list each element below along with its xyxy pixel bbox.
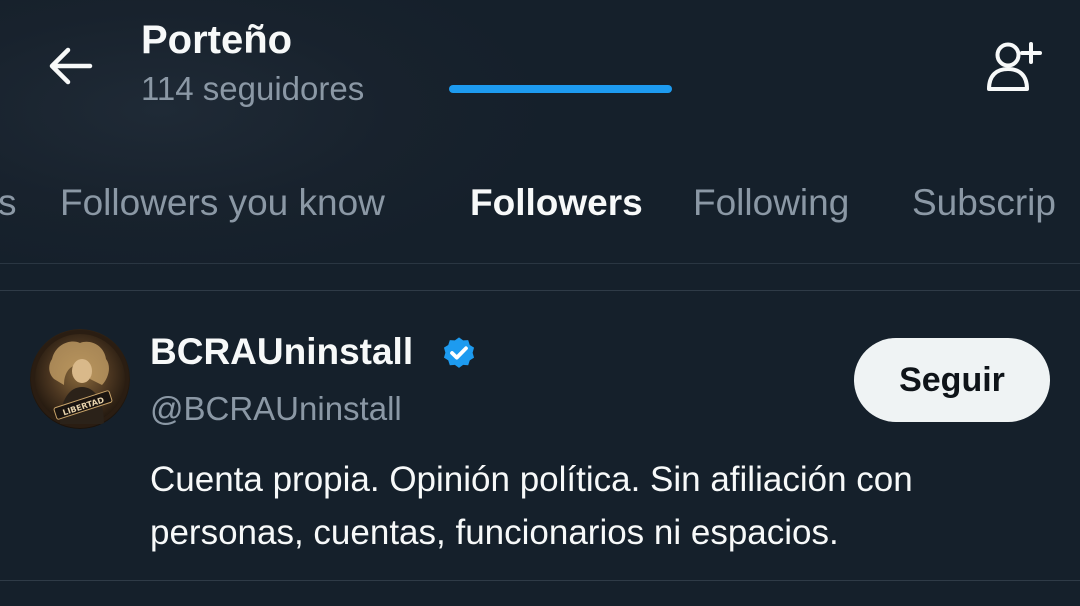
follow-button[interactable]: Seguir	[854, 338, 1050, 422]
back-button[interactable]	[38, 34, 102, 98]
avatar[interactable]: LIBERTAD	[30, 329, 130, 429]
tab-partial-left[interactable]: s	[0, 182, 17, 224]
user-display-name[interactable]: BCRAUninstall	[150, 331, 413, 373]
arrow-left-icon	[49, 47, 93, 85]
tab-subscriptions[interactable]: Subscrip	[912, 182, 1056, 224]
tab-following[interactable]: Following	[693, 182, 849, 224]
avatar-image: LIBERTAD	[30, 329, 130, 429]
user-bio: Cuenta propia. Opinión política. Sin afi…	[150, 460, 913, 552]
row-divider	[0, 580, 1080, 581]
verified-badge-icon	[443, 337, 475, 368]
page-title: Porteño	[141, 18, 293, 62]
user-handle[interactable]: @BCRAUninstall	[150, 390, 402, 428]
follower-count: 114 seguidores	[141, 70, 365, 107]
tab-followers-you-know[interactable]: Followers you know	[60, 182, 385, 224]
user-cell[interactable]: LIBERTAD BCRAUninstall @BCRAUninstall Se…	[0, 291, 1080, 581]
tab-bar: s Followers you know Followers Following…	[0, 170, 1080, 264]
tab-followers[interactable]: Followers	[470, 182, 643, 224]
active-tab-indicator	[449, 85, 672, 93]
followers-screen: Porteño 114 seguidores s Followers you k…	[0, 0, 1080, 606]
add-user-button[interactable]	[976, 34, 1048, 98]
person-add-icon	[987, 42, 1042, 91]
tab-divider	[0, 263, 1080, 264]
